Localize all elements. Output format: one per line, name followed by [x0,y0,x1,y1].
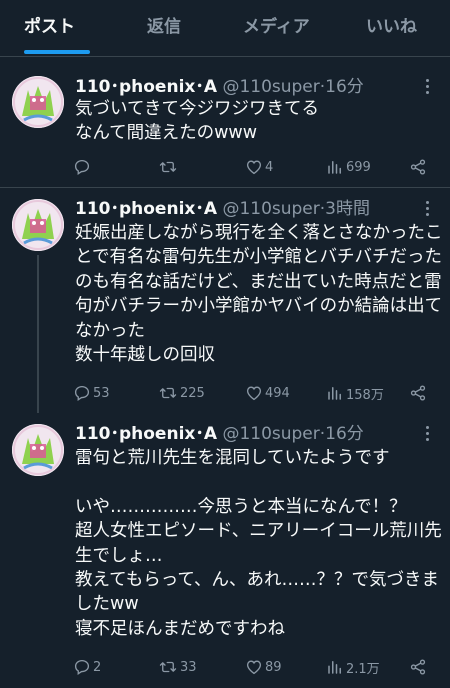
display-name[interactable]: 110･phoenix･A [75,199,217,219]
tweet-text: 妊娠出産しながら現行を全く落とさなかったことで有名な雷句先生が小学館とバチバチだ… [75,223,443,366]
share-button[interactable] [409,382,427,404]
repost-button[interactable]: 33 [158,656,197,678]
avatar[interactable] [12,76,64,128]
reply-button[interactable]: 2 [73,656,101,678]
repost-icon [159,161,177,173]
share-button[interactable] [409,156,427,178]
user-handle[interactable]: @110super [222,424,319,444]
repost-button[interactable]: 225 [158,382,205,404]
like-count: 89 [265,659,282,675]
display-name[interactable]: 110･phoenix･A [75,77,217,97]
tweet-3[interactable]: 110･phoenix･A @110super·16分 雷句と荒川先生を混同して… [0,413,450,688]
heart-icon [246,386,262,401]
share-icon [410,659,426,675]
reply-icon [74,385,90,402]
timestamp[interactable]: 16分 [325,424,364,444]
thread-connector [37,255,39,413]
repost-icon [159,661,177,673]
user-handle[interactable]: @110super [222,77,319,97]
reply-count: 53 [93,385,110,401]
timestamp[interactable]: 16分 [325,77,364,97]
more-icon[interactable] [424,77,430,97]
avatar[interactable] [12,199,64,251]
repost-icon [159,387,177,399]
reply-count: 2 [93,659,102,675]
tweet-2[interactable]: 110･phoenix･A @110super·3時間 妊娠出産しながら現行を全… [0,188,450,413]
more-icon[interactable] [424,199,430,219]
profile-tabs: ポスト 返信 メディア いいね [0,0,450,57]
tab-likes[interactable]: いいね [366,0,417,54]
share-icon [410,159,426,175]
like-button[interactable]: 4 [245,156,273,178]
tab-replies[interactable]: 返信 [147,0,181,54]
reply-icon [74,159,90,176]
heart-icon [246,160,262,175]
tab-posts[interactable]: ポスト [24,0,75,54]
like-count: 494 [265,385,290,401]
views-icon [328,387,341,400]
user-handle[interactable]: @110super [222,199,319,219]
views-icon [328,161,341,174]
share-icon [410,385,426,401]
active-tab-indicator [24,50,90,54]
reply-button[interactable] [73,156,93,178]
view-count: 2.1万 [346,661,380,677]
tweet-header: 110･phoenix･A @110super·16分 [75,424,364,444]
repost-button[interactable] [158,156,180,178]
view-count: 158万 [346,387,384,403]
tweet-header: 110･phoenix･A @110super·3時間 [75,199,370,219]
repost-count: 33 [180,659,197,675]
view-count: 699 [346,159,371,175]
avatar[interactable] [12,424,64,476]
reply-icon [74,659,90,676]
reply-button[interactable]: 53 [73,382,110,404]
timestamp[interactable]: 3時間 [325,199,370,219]
tweet-actions: 4 699 [73,156,433,178]
like-button[interactable]: 89 [245,656,282,678]
repost-count: 225 [180,385,205,401]
views-button[interactable]: 699 [326,156,371,178]
tab-media[interactable]: メディア [243,0,310,54]
heart-icon [246,660,262,675]
views-icon [328,661,341,674]
tweet-1[interactable]: 110･phoenix･A @110super·16分 気づいてきて今ジワジワき… [0,57,450,187]
share-button[interactable] [409,656,427,678]
tweet-text: 気づいてきて今ジワジワきてる なんて間違えたのwww [75,99,319,144]
tweet-actions: 2 33 89 2.1万 [73,656,433,678]
display-name[interactable]: 110･phoenix･A [75,424,217,444]
views-button[interactable]: 158万 [326,382,384,404]
like-button[interactable]: 494 [245,382,290,404]
tweet-actions: 53 225 494 158万 [73,382,433,404]
like-count: 4 [265,159,274,175]
views-button[interactable]: 2.1万 [326,656,380,678]
more-icon[interactable] [424,424,430,444]
tweet-text: 雷句と荒川先生を混同していたようです いや……………今思うと本当になんで！？ 超… [75,448,442,639]
